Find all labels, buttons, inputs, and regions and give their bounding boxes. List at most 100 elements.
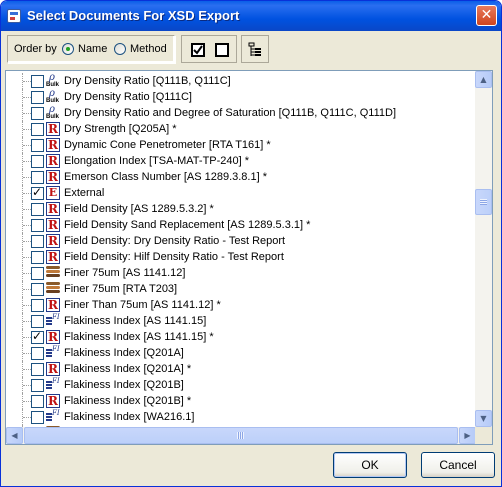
document-rows: ρ Bulk Dry Density Ratio [Q111B, Q111C] ρ Bu… <box>6 71 476 427</box>
list-item[interactable]: R Flakiness Index [AS 1141.15] * <box>6 329 476 345</box>
report-r-icon: R <box>46 394 60 408</box>
list-item-label: Flakiness Index [Q201B] * <box>64 395 192 407</box>
flakiness-index-icon: FI <box>46 345 60 360</box>
list-item-label: Flakiness Index [AS 1141.15] <box>64 315 207 327</box>
item-checkbox[interactable] <box>31 123 44 136</box>
aggregate-layers-icon <box>46 282 60 296</box>
list-item[interactable]: E External <box>6 185 476 201</box>
check-buttons-group <box>181 35 237 63</box>
report-r-icon: R <box>46 330 60 344</box>
item-checkbox[interactable] <box>31 411 44 424</box>
checkbox-unchecked-icon <box>215 43 229 57</box>
item-checkbox[interactable] <box>31 251 44 264</box>
list-item-label: Finer Than 75um [AS 1141.12] * <box>64 299 221 311</box>
order-method-radio[interactable] <box>114 43 126 55</box>
vertical-scroll-thumb[interactable] <box>475 189 492 215</box>
item-checkbox[interactable] <box>31 219 44 232</box>
list-item[interactable]: ρ Bulk Dry Density Ratio [Q111C] <box>6 89 476 105</box>
scroll-down-button[interactable]: ▼ <box>475 410 492 427</box>
list-item[interactable]: ρ Bulk Dry Density Ratio [Q111B, Q111C] <box>6 73 476 89</box>
list-item[interactable]: FI Flakiness Index [AS 1141.15] <box>6 313 476 329</box>
list-item-label: Dry Strength [Q205A] * <box>64 123 177 135</box>
order-name-radio[interactable] <box>62 43 74 55</box>
checkbox-checked-icon <box>191 43 205 57</box>
list-item[interactable]: R Field Density: Dry Density Ratio - Test… <box>6 233 476 249</box>
aggregate-layers-icon <box>46 266 60 280</box>
tree-branch-line <box>23 305 31 306</box>
item-checkbox[interactable] <box>31 299 44 312</box>
list-item[interactable]: FI Flakiness Index [Q201B] <box>6 377 476 393</box>
tree-branch-line <box>23 241 31 242</box>
list-item[interactable]: FI Flakiness Index [Q201A] <box>6 345 476 361</box>
flakiness-index-icon: FI <box>46 313 60 328</box>
item-checkbox[interactable] <box>31 379 44 392</box>
list-item[interactable]: R Emerson Class Number [AS 1289.3.8.1] * <box>6 169 476 185</box>
list-item-label: Flakiness Index [Q201B] <box>64 379 184 391</box>
tree-view-button[interactable] <box>245 40 265 60</box>
item-checkbox[interactable] <box>31 283 44 296</box>
item-checkbox[interactable] <box>31 363 44 376</box>
list-item-label: External <box>64 187 105 199</box>
report-r-icon: R <box>46 154 60 168</box>
list-item-label: Dry Density Ratio and Degree of Saturati… <box>64 107 396 119</box>
list-item[interactable]: R Flakiness Index [Q201B] * <box>6 393 476 409</box>
close-button[interactable]: ✕ <box>476 5 497 26</box>
report-r-icon: R <box>46 250 60 264</box>
item-checkbox[interactable] <box>31 171 44 184</box>
tree-branch-line <box>23 353 31 354</box>
report-r-icon: R <box>46 218 60 232</box>
scroll-right-button[interactable]: ▶ <box>459 427 476 444</box>
tree-branch-line <box>23 97 31 98</box>
list-item[interactable]: R Flakiness Index [Q201A] * <box>6 361 476 377</box>
item-checkbox[interactable] <box>31 155 44 168</box>
order-name-label[interactable]: Name <box>78 43 107 55</box>
item-checkbox[interactable] <box>31 185 44 200</box>
uncheck-all-button[interactable] <box>212 40 232 60</box>
check-all-button[interactable] <box>188 40 208 60</box>
list-item[interactable]: R Elongation Index [TSA-MAT-TP-240] * <box>6 153 476 169</box>
item-checkbox[interactable] <box>31 107 44 120</box>
order-method-label[interactable]: Method <box>130 43 167 55</box>
scroll-left-button[interactable]: ◀ <box>6 427 23 444</box>
horizontal-scroll-thumb[interactable] <box>24 427 458 444</box>
list-item-label: Dry Density Ratio [Q111B, Q111C] <box>64 75 231 87</box>
item-checkbox[interactable] <box>31 203 44 216</box>
horizontal-scrollbar[interactable]: ◀ ▶ <box>6 427 476 444</box>
item-checkbox[interactable] <box>31 395 44 408</box>
tree-branch-line <box>23 81 31 82</box>
list-item[interactable]: R Finer Than 75um [AS 1141.12] * <box>6 297 476 313</box>
item-checkbox[interactable] <box>31 329 44 344</box>
item-checkbox[interactable] <box>31 347 44 360</box>
list-item[interactable]: ρ Bulk Dry Density Ratio and Degree of Sat… <box>6 105 476 121</box>
item-checkbox[interactable] <box>31 75 44 88</box>
tree-branch-line <box>23 209 31 210</box>
tree-branch-line <box>23 129 31 130</box>
list-item[interactable]: R Field Density: Hilf Density Ratio - Tes… <box>6 249 476 265</box>
bulk-density-icon: ρ Bulk <box>46 104 60 121</box>
item-checkbox[interactable] <box>31 91 44 104</box>
list-item[interactable]: R Field Density Sand Replacement [AS 1289… <box>6 217 476 233</box>
item-checkbox[interactable] <box>31 315 44 328</box>
list-item[interactable]: R Dry Strength [Q205A] * <box>6 121 476 137</box>
tree-branch-line <box>23 113 31 114</box>
flakiness-index-icon: FI <box>46 409 60 424</box>
tree-branch-line <box>23 401 31 402</box>
vertical-scrollbar[interactable]: ▲ ▼ <box>475 71 492 427</box>
list-item[interactable]: FI Flakiness Index [WA216.1] <box>6 409 476 425</box>
list-item[interactable]: R Field Density [AS 1289.5.3.2] * <box>6 201 476 217</box>
list-item[interactable]: Finer 75um [AS 1141.12] <box>6 265 476 281</box>
ok-button[interactable]: OK <box>333 452 407 478</box>
cancel-button[interactable]: Cancel <box>421 452 495 478</box>
order-by-label: Order by <box>14 43 57 55</box>
item-checkbox[interactable] <box>31 267 44 280</box>
item-checkbox[interactable] <box>31 139 44 152</box>
list-item[interactable]: R Dynamic Cone Penetrometer [RTA T161] * <box>6 137 476 153</box>
document-list[interactable]: ρ Bulk Dry Density Ratio [Q111B, Q111C] ρ Bu… <box>5 70 493 445</box>
scroll-up-button[interactable]: ▲ <box>475 71 492 88</box>
toolbar: Order by Name Method <box>5 34 497 66</box>
item-checkbox[interactable] <box>31 235 44 248</box>
list-item[interactable]: Finer 75um [RTA T203] <box>6 281 476 297</box>
tree-view-icon <box>248 42 261 56</box>
report-r-icon: R <box>46 138 60 152</box>
document-list-icon <box>7 9 21 23</box>
